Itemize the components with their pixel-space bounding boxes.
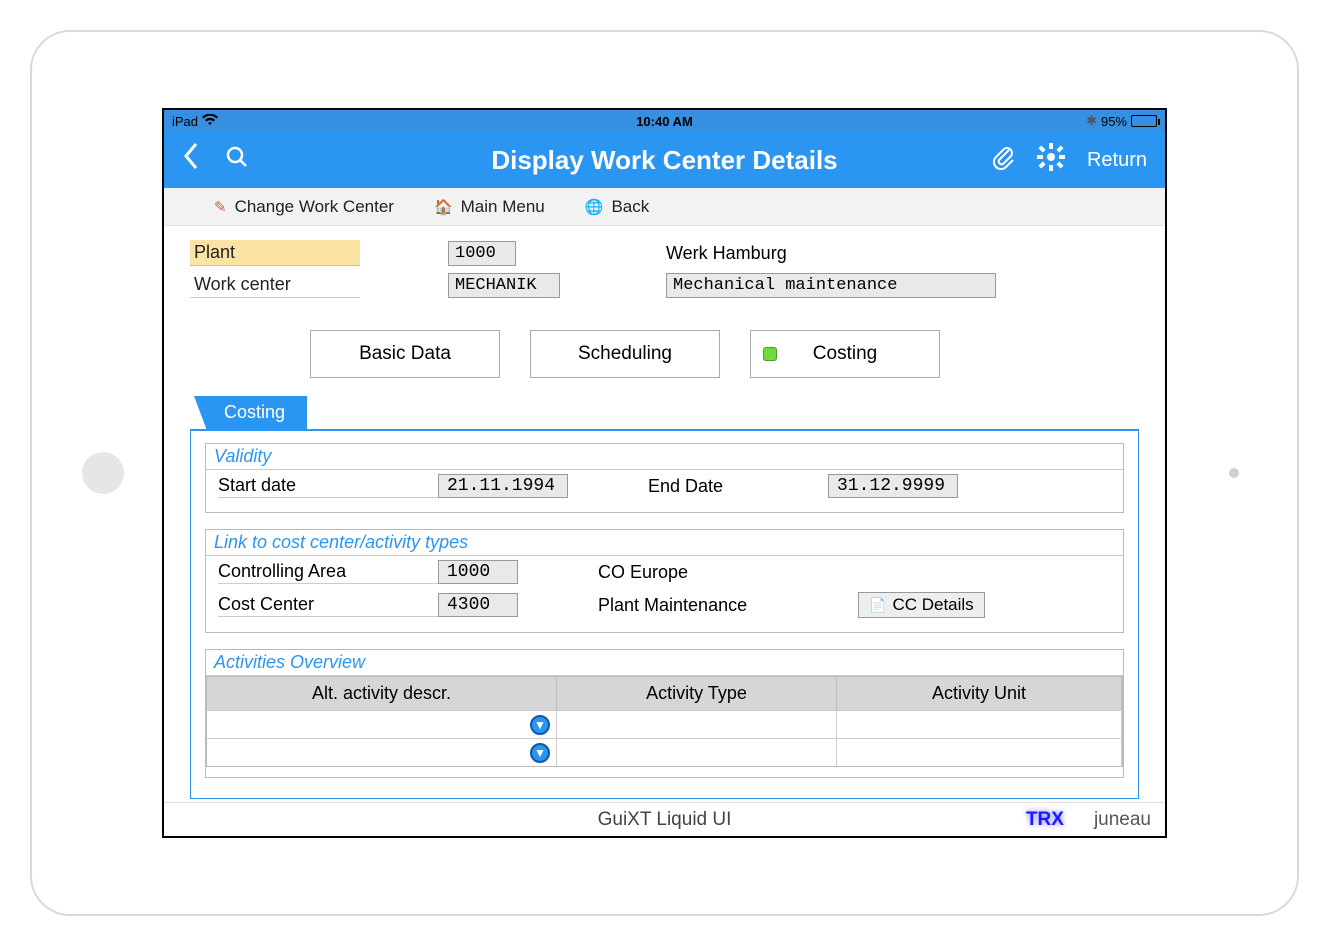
footer: GuiXT Liquid UI TRX juneau (164, 802, 1165, 836)
main-menu-label: Main Menu (461, 197, 545, 217)
screen: iPad 10:40 AM ✱ 95% Display Work Center … (162, 108, 1167, 838)
tab-costing[interactable]: Costing (206, 396, 307, 429)
battery-pct: 95% (1101, 114, 1127, 129)
page-title: Display Work Center Details (491, 145, 837, 176)
activities-group: Activities Overview Alt. activity descr.… (205, 649, 1124, 778)
col-activity-type: Activity Type (557, 677, 837, 710)
validity-group: Validity Start date 21.11.1994 End Date … (205, 443, 1124, 513)
cc-details-icon: 📄 (869, 597, 886, 614)
back-label: Back (611, 197, 649, 217)
activities-table: Alt. activity descr. Activity Type Activ… (206, 676, 1123, 767)
server-label: juneau (1094, 809, 1151, 831)
change-work-center-button[interactable]: ✎ Change Work Center (214, 197, 394, 217)
bluetooth-icon: ✱ (1086, 113, 1097, 129)
return-button[interactable]: Return (1087, 149, 1147, 172)
globe-back-icon: 🌐 (585, 198, 604, 216)
work-center-desc[interactable]: Mechanical maintenance (666, 273, 996, 298)
main-menu-button[interactable]: 🏠 Main Menu (434, 197, 545, 217)
status-bar: iPad 10:40 AM ✱ 95% (164, 110, 1165, 132)
col-activity-unit: Activity Unit (837, 677, 1122, 710)
end-date-input[interactable]: 31.12.9999 (828, 474, 958, 498)
controlling-area-input[interactable]: 1000 (438, 560, 518, 584)
plant-label: Plant (190, 240, 360, 266)
start-date-label: Start date (218, 475, 438, 498)
scheduling-label: Scheduling (578, 343, 672, 365)
wifi-icon (202, 114, 218, 129)
camera-dot (1229, 468, 1239, 478)
costlink-title: Link to cost center/activity types (206, 530, 1123, 556)
basic-data-label: Basic Data (359, 343, 451, 365)
trx-button[interactable]: TRX (1026, 809, 1064, 831)
costlink-group: Link to cost center/activity types Contr… (205, 529, 1124, 633)
costing-button[interactable]: Costing (750, 330, 940, 378)
controlling-area-desc: CO Europe (598, 562, 858, 583)
dropdown-icon[interactable]: ▼ (530, 715, 550, 735)
pencil-icon: ✎ (214, 198, 227, 216)
col-alt-descr: Alt. activity descr. (207, 677, 557, 710)
activities-title: Activities Overview (206, 650, 1123, 676)
cost-center-label: Cost Center (218, 594, 438, 617)
validity-title: Validity (206, 444, 1123, 470)
back-chevron-icon[interactable] (182, 142, 198, 178)
cost-center-input[interactable]: 4300 (438, 593, 518, 617)
attachment-icon[interactable] (991, 144, 1015, 176)
status-time: 10:40 AM (636, 114, 693, 129)
active-dot-icon (763, 347, 777, 361)
activity-row[interactable]: ▼ (207, 710, 1122, 738)
back-button[interactable]: 🌐 Back (585, 197, 649, 217)
view-buttons: Basic Data Scheduling Costing (310, 330, 1139, 378)
content-area: Plant 1000 Werk Hamburg Work center MECH… (164, 226, 1165, 799)
cost-center-desc: Plant Maintenance (598, 595, 778, 616)
end-date-label: End Date (648, 476, 828, 497)
gear-icon[interactable] (1037, 143, 1065, 177)
tab-strip: Costing (206, 396, 1139, 429)
scheduling-button[interactable]: Scheduling (530, 330, 720, 378)
battery-icon (1131, 115, 1157, 127)
nav-header: Display Work Center Details Return (164, 132, 1165, 188)
cc-details-button[interactable]: 📄 CC Details (858, 592, 985, 618)
home-icon: 🏠 (434, 198, 453, 216)
basic-data-button[interactable]: Basic Data (310, 330, 500, 378)
product-label: GuiXT Liquid UI (598, 809, 732, 831)
home-button[interactable] (82, 452, 124, 494)
activity-row[interactable]: ▼ (207, 738, 1122, 766)
cc-details-label: CC Details (892, 595, 973, 615)
device-label: iPad (172, 114, 198, 129)
search-icon[interactable] (226, 146, 248, 174)
costing-panel: Validity Start date 21.11.1994 End Date … (190, 429, 1139, 799)
toolbar: ✎ Change Work Center 🏠 Main Menu 🌐 Back (164, 188, 1165, 226)
costing-label: Costing (813, 343, 877, 365)
activities-header: Alt. activity descr. Activity Type Activ… (207, 677, 1122, 710)
controlling-area-label: Controlling Area (218, 561, 438, 584)
dropdown-icon[interactable]: ▼ (530, 743, 550, 763)
work-center-input[interactable]: MECHANIK (448, 273, 560, 298)
plant-desc: Werk Hamburg (666, 243, 787, 264)
plant-input[interactable]: 1000 (448, 241, 516, 266)
tablet-frame: iPad 10:40 AM ✱ 95% Display Work Center … (30, 30, 1299, 916)
work-center-label: Work center (190, 272, 360, 298)
start-date-input[interactable]: 21.11.1994 (438, 474, 568, 498)
change-wc-label: Change Work Center (235, 197, 394, 217)
